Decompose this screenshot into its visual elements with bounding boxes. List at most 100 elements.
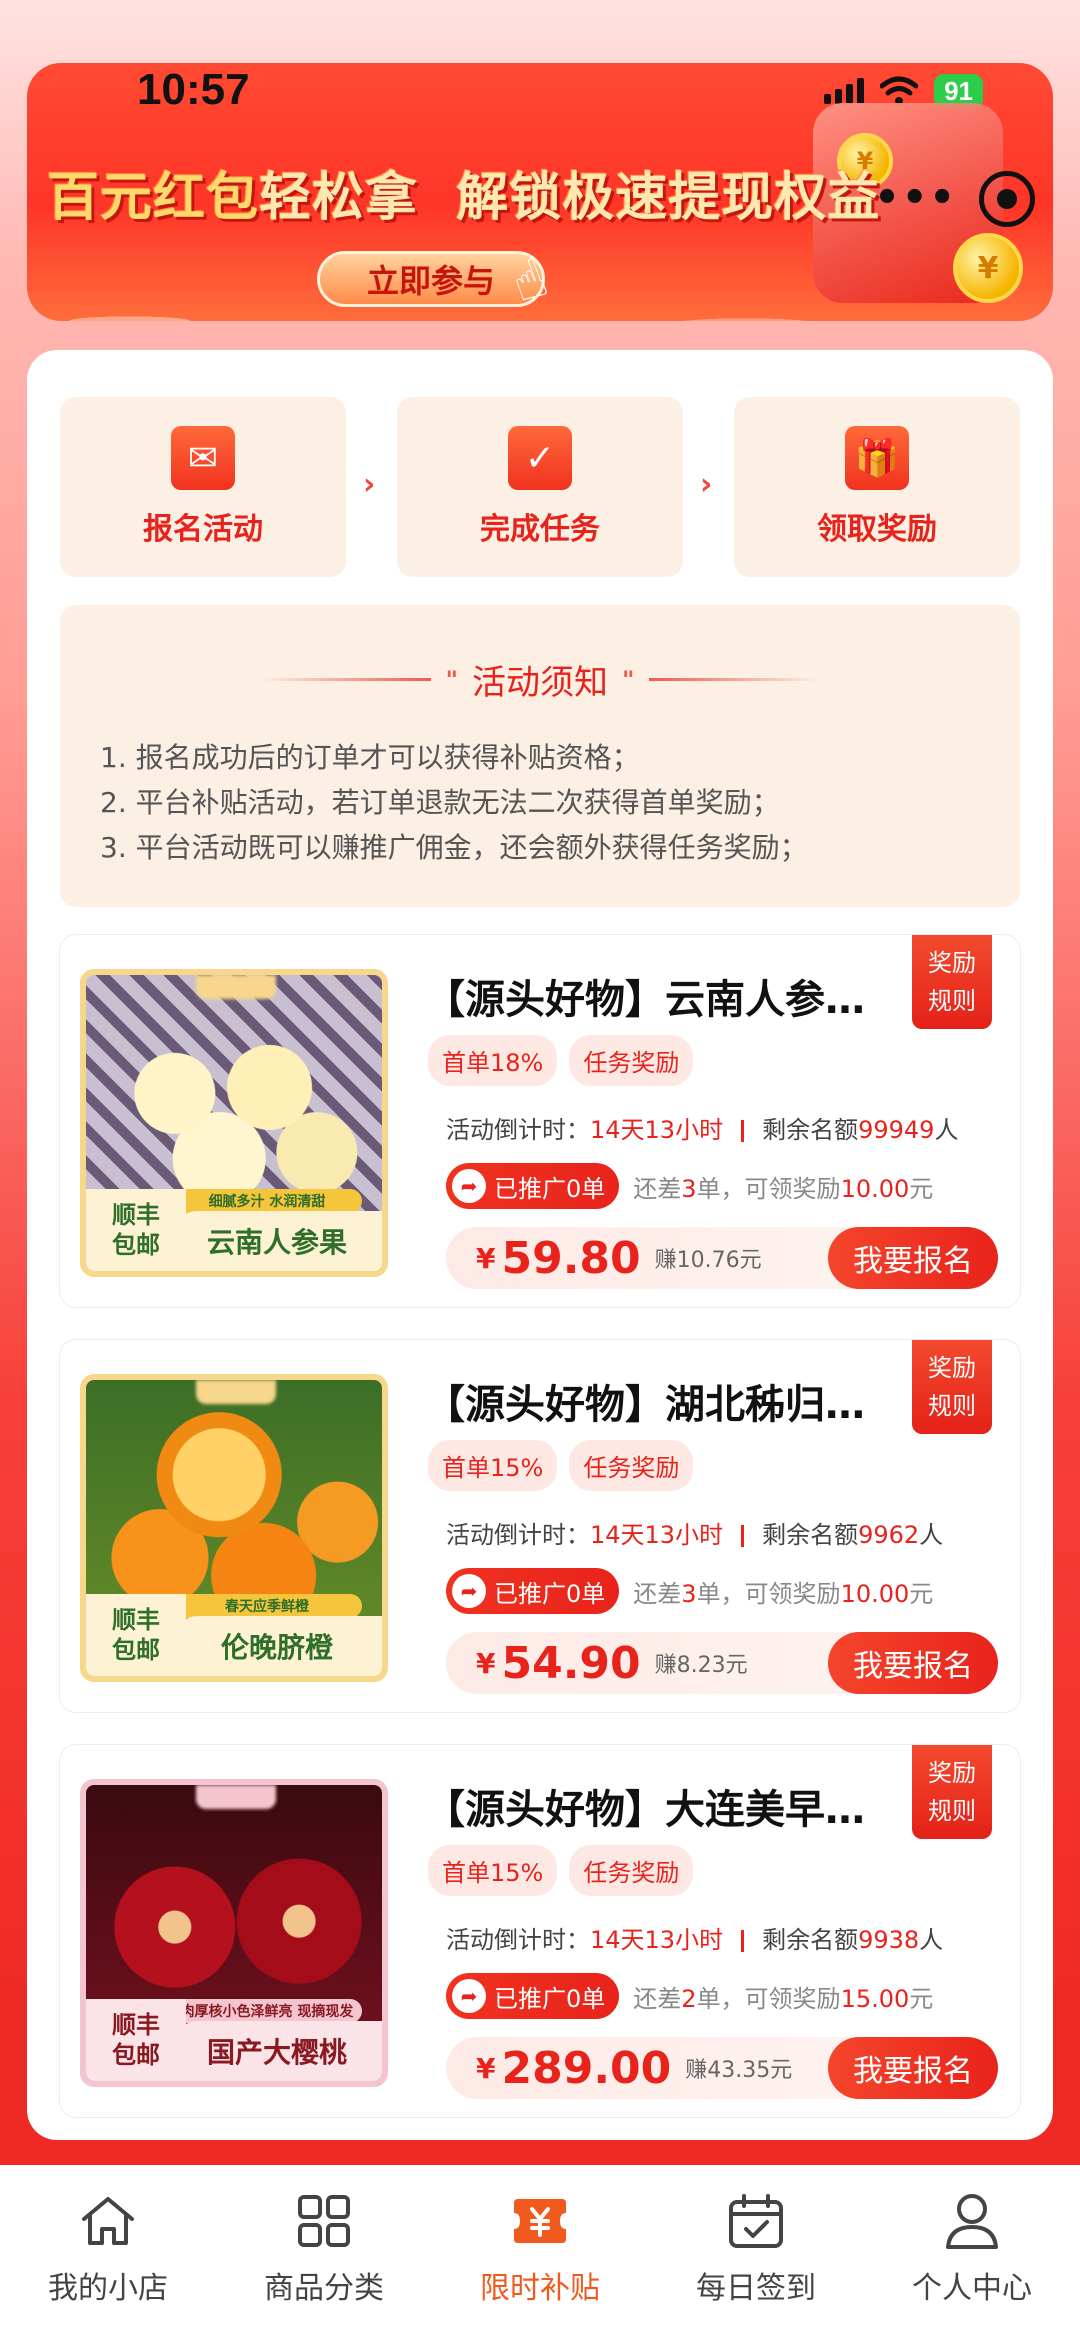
product-title[interactable]: 【源头好物】云南人参… — [425, 967, 865, 1025]
currency-symbol: ¥ — [476, 1646, 496, 1680]
notice-header: " 活动须知 " — [60, 655, 1020, 704]
product-card[interactable]: 春天应季鲜橙 伦晚脐橙 顺丰 包邮 【源头好物】湖北秭归… 奖励 规则 首单15% … — [60, 1340, 1020, 1712]
bottom-tab-bar: 我的小店 商品分类 限时补贴 每日签到 个人中心 — [0, 2165, 1080, 2341]
banner-title: 百元红包轻松拿 解锁极速提现权益 — [47, 168, 881, 228]
promotion-row: ➦ 已推广0单 还差2单，可领奖励15.00元 — [446, 1973, 933, 2019]
product-tags: 首单15% 任务奖励 — [428, 1845, 694, 1896]
divider — [261, 678, 432, 681]
earn-amount: 赚10.76元 — [654, 1248, 762, 1273]
countdown-row: 活动倒计时：14天13小时 剩余名额9962人 — [446, 1521, 944, 1549]
user-icon — [942, 2191, 1002, 2251]
envelope-icon: ✉ — [171, 426, 235, 490]
tab-label: 限时补贴 — [480, 2271, 600, 2306]
tab-my-shop[interactable]: 我的小店 — [8, 2191, 208, 2341]
promotion-row: ➦ 已推广0单 还差3单，可领奖励10.00元 — [446, 1568, 933, 1614]
feature-tag: 细腻多汁 水润清甜 — [172, 1189, 362, 1213]
share-icon: ➦ — [452, 1979, 486, 2013]
product-title[interactable]: 【源头好物】大连美早… — [425, 1777, 865, 1835]
thumb-product-name: 云南人参果 — [172, 1211, 382, 1271]
quote-mark: " — [622, 665, 635, 694]
promoted-badge[interactable]: ➦ 已推广0单 — [446, 1568, 620, 1614]
signup-button[interactable]: 我要报名 — [828, 2037, 998, 2099]
share-icon: ➦ — [452, 1169, 486, 1203]
tab-limited-subsidy[interactable]: 限时补贴 — [440, 2191, 640, 2341]
tab-label: 我的小店 — [48, 2271, 168, 2306]
product-card[interactable]: 肉厚核小色泽鲜亮 现摘现发 国产大樱桃 顺丰 包邮 【源头好物】大连美早… 奖励规… — [60, 1745, 1020, 2117]
product-tags: 首单18% 任务奖励 — [428, 1035, 694, 1086]
shipping-badge: 顺丰 包邮 — [86, 1594, 186, 1676]
first-order-tag: 首单15% — [428, 1440, 558, 1491]
divider — [648, 678, 819, 681]
first-order-tag: 首单15% — [428, 1845, 558, 1896]
reward-rules-button[interactable]: 奖励 规则 — [912, 1745, 992, 1839]
price-row: ¥ 59.80 赚10.76元 我要报名 — [446, 1227, 998, 1289]
close-miniprogram-button[interactable] — [979, 171, 1035, 227]
promoted-badge[interactable]: ➦ 已推广0单 — [446, 1973, 620, 2019]
signal-icon — [824, 78, 865, 104]
tab-label: 个人中心 — [912, 2271, 1032, 2306]
chevron-right-icon: › — [700, 467, 713, 502]
tab-profile[interactable]: 个人中心 — [872, 2191, 1072, 2341]
feature-tag: 春天应季鲜橙 — [172, 1594, 362, 1618]
step-complete-task: ✓ 完成任务 — [397, 397, 683, 577]
task-reward-tag: 任务奖励 — [569, 1845, 694, 1896]
tab-daily-checkin[interactable]: 每日签到 — [656, 2191, 856, 2341]
countdown-row: 活动倒计时：14天13小时 剩余名额99949人 — [446, 1116, 959, 1144]
price-row: ¥ 54.90 赚8.23元 我要报名 — [446, 1632, 998, 1694]
product-image[interactable]: 肉厚核小色泽鲜亮 现摘现发 国产大樱桃 顺丰 包邮 — [80, 1779, 388, 2087]
share-icon: ➦ — [452, 1574, 486, 1608]
wifi-icon — [880, 76, 919, 105]
calendar-check-icon — [726, 2191, 786, 2251]
signup-button[interactable]: 我要报名 — [828, 1632, 998, 1694]
remaining-orders: 还差2单，可领奖励15.00元 — [633, 1984, 934, 2013]
shipping-badge: 顺丰 包邮 — [86, 1999, 186, 2081]
signup-button[interactable]: 我要报名 — [828, 1227, 998, 1289]
clipboard-check-icon: ✓ — [508, 426, 572, 490]
product-title[interactable]: 【源头好物】湖北秭归… — [425, 1372, 865, 1430]
currency-symbol: ¥ — [476, 1241, 496, 1275]
notice-list: 1. 报名成功后的订单才可以获得补贴资格； 2. 平台补贴活动，若订单退款无法二… — [100, 735, 808, 870]
product-image[interactable]: 细腻多汁 水润清甜 云南人参果 顺丰 包邮 — [80, 969, 388, 1277]
reward-rules-button[interactable]: 奖励 规则 — [912, 935, 992, 1029]
notice-title: 活动须知 — [472, 663, 608, 703]
notice-item: 3. 平台活动既可以赚推广佣金，还会额外获得任务奖励； — [100, 831, 808, 864]
notice-item: 2. 平台补贴活动，若订单退款无法二次获得首单奖励； — [100, 786, 780, 819]
brand-tag — [196, 975, 276, 999]
shipping-badge: 顺丰 包邮 — [86, 1189, 186, 1271]
gift-icon: 🎁 — [845, 426, 909, 490]
task-reward-tag: 任务奖励 — [569, 1035, 694, 1086]
task-reward-tag: 任务奖励 — [569, 1440, 694, 1491]
price: 289.00 — [501, 2042, 672, 2094]
price-row: ¥ 289.00 赚43.35元 我要报名 — [446, 2037, 998, 2099]
activity-steps: ✉ 报名活动 › ✓ 完成任务 › 🎁 领取奖励 — [60, 397, 1020, 577]
more-options-button[interactable]: ••• — [874, 175, 957, 221]
step-signup: ✉ 报名活动 — [60, 397, 346, 577]
yen-ticket-icon — [510, 2191, 570, 2251]
remaining-orders: 还差3单，可领奖励10.00元 — [633, 1174, 934, 1203]
chevron-right-icon: › — [363, 467, 376, 502]
tab-label: 每日签到 — [696, 2271, 816, 2306]
price: 54.90 — [501, 1637, 641, 1689]
tab-label: 商品分类 — [264, 2271, 384, 2306]
remaining-orders: 还差3单，可领奖励10.00元 — [633, 1579, 934, 1608]
product-card[interactable]: 细腻多汁 水润清甜 云南人参果 顺丰 包邮 【源头好物】云南人参… 奖励 规则 首单… — [60, 935, 1020, 1307]
product-tags: 首单15% 任务奖励 — [428, 1440, 694, 1491]
step-label: 完成任务 — [480, 512, 600, 547]
promoted-badge[interactable]: ➦ 已推广0单 — [446, 1163, 620, 1209]
step-label: 报名活动 — [143, 512, 263, 547]
first-order-tag: 首单18% — [428, 1035, 558, 1086]
countdown-row: 活动倒计时：14天13小时 剩余名额9938人 — [446, 1926, 944, 1954]
currency-symbol: ¥ — [476, 2051, 496, 2085]
thumb-product-name: 伦晚脐橙 — [172, 1616, 382, 1676]
tab-categories[interactable]: 商品分类 — [224, 2191, 424, 2341]
grid-icon — [294, 2191, 354, 2251]
product-image[interactable]: 春天应季鲜橙 伦晚脐橙 顺丰 包邮 — [80, 1374, 388, 1682]
brand-tag — [196, 1380, 276, 1404]
earn-amount: 赚43.35元 — [685, 2058, 793, 2083]
promotion-row: ➦ 已推广0单 还差3单，可领奖励10.00元 — [446, 1163, 933, 1209]
reward-rules-button[interactable]: 奖励 规则 — [912, 1340, 992, 1434]
subsidy-activity-card: ✉ 报名活动 › ✓ 完成任务 › 🎁 领取奖励 " 活动须知 " 1. 报名成… — [27, 350, 1053, 2140]
brand-tag — [196, 1785, 276, 1809]
price: 59.80 — [501, 1232, 641, 1284]
promo-banner[interactable]: 10:57 91 ¥ ¥ 百元红包轻松拿 解锁极速提现权益 立即参与 ☝ ••• — [27, 63, 1053, 321]
